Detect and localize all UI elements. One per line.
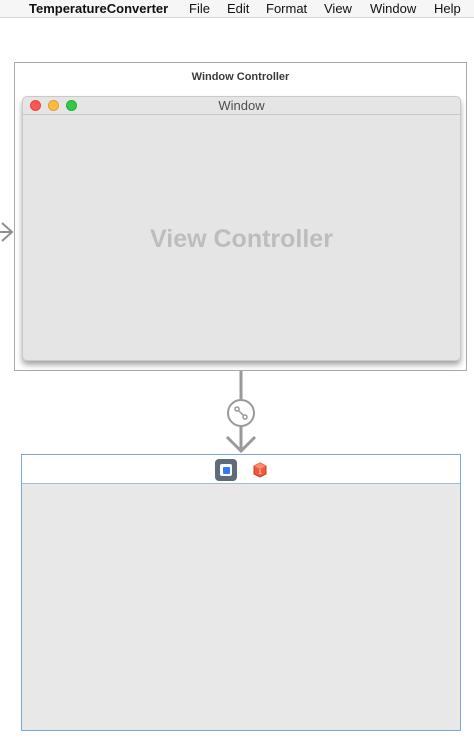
zoom-button-icon [66, 100, 77, 111]
window-titlebar: Window [23, 97, 460, 115]
menu-file[interactable]: File [189, 1, 210, 16]
content-placeholder: View Controller [150, 225, 333, 253]
menu-view[interactable]: View [324, 1, 352, 16]
relationship-segue[interactable] [222, 371, 262, 455]
window-title: Window [218, 98, 265, 113]
close-button-icon [30, 100, 41, 111]
view-controller-icon[interactable] [215, 459, 237, 481]
scene-title: Window Controller [191, 71, 290, 83]
window-controller-scene[interactable]: Window Controller Window View Controller [14, 62, 467, 371]
app-menu[interactable]: TemperatureConverter [29, 1, 168, 16]
minimize-button-icon [48, 100, 59, 111]
first-responder-icon[interactable]: 1 [252, 462, 268, 478]
menu-bar: TemperatureConverter File Edit Format Vi… [0, 0, 474, 18]
menu-window[interactable]: Window [370, 1, 416, 16]
menu-format[interactable]: Format [266, 1, 307, 16]
window-preview[interactable]: Window View Controller [22, 96, 461, 361]
scene-dock: 1 [22, 455, 460, 484]
menu-edit[interactable]: Edit [227, 1, 249, 16]
view-controller-scene[interactable]: 1 [21, 454, 461, 731]
menu-help[interactable]: Help [434, 1, 461, 16]
